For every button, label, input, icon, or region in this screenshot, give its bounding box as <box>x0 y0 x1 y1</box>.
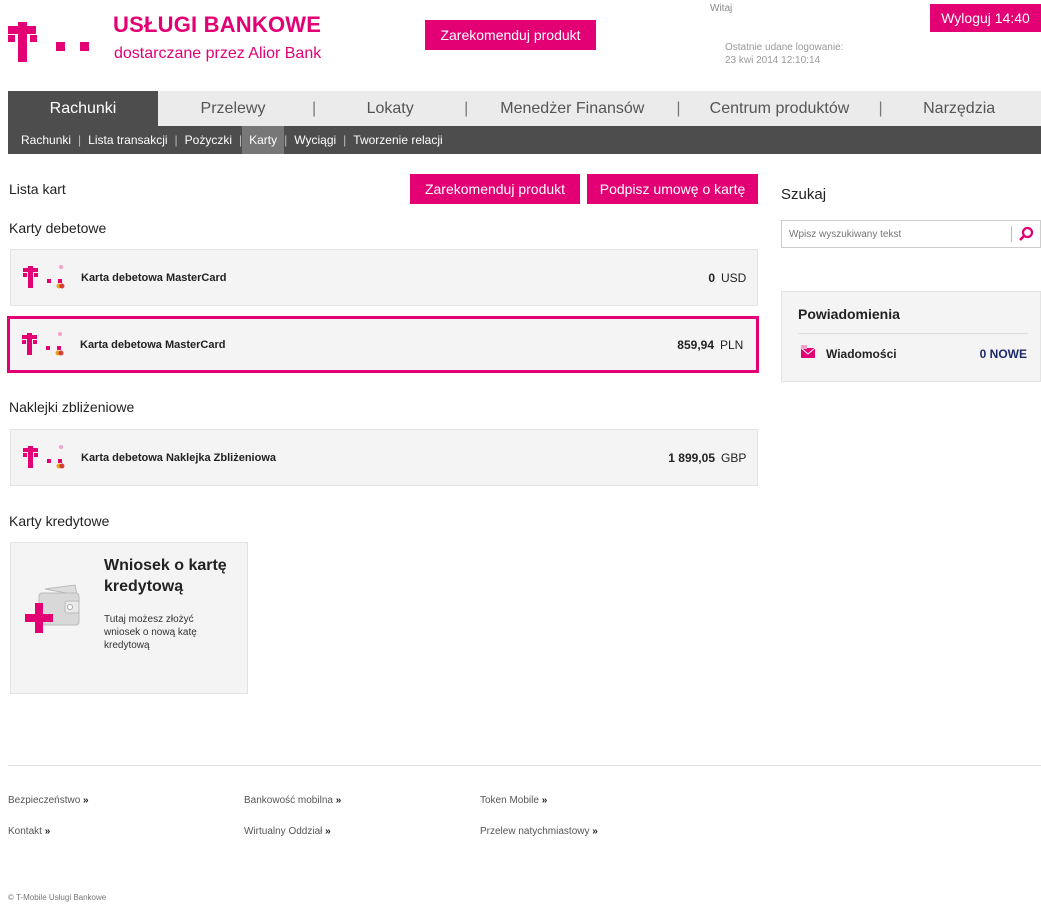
debit-cards-heading: Karty debetowe <box>9 220 107 236</box>
nav-tab-menedzer-finansow[interactable]: Menedżer Finansów <box>472 91 672 126</box>
card-name: Karta debetowa MasterCard <box>80 338 226 351</box>
wallet-plus-icon <box>25 583 85 633</box>
arrow-icon: » <box>592 826 598 837</box>
brand-subtitle: dostarczane przez Alior Bank <box>114 45 322 62</box>
credit-application-description: Tutaj możesz złożyć wniosek o nową katę … <box>104 614 197 651</box>
arrow-icon: » <box>541 795 548 806</box>
footer-link-wirtualny-oddzial[interactable]: Wirtualny Oddział » <box>244 826 331 837</box>
nav-tab-rachunki[interactable]: Rachunki <box>8 91 158 126</box>
welcome-text: Witaj <box>710 3 733 14</box>
last-login-value: 23 kwi 2014 12:10:14 <box>725 55 821 66</box>
nav-tab-przelewy[interactable]: Przelewy <box>158 91 308 126</box>
card-row-debit-pln[interactable]: Karta debetowa MasterCard 859,94 PLN <box>7 316 759 373</box>
card-row-debit-usd[interactable]: Karta debetowa MasterCard 0 USD <box>10 249 758 306</box>
contactless-stickers-heading: Naklejki zbliżeniowe <box>9 399 135 415</box>
nav-tab-narzedzia[interactable]: Narzędzia <box>887 91 1032 126</box>
subnav-tworzenie-relacji[interactable]: Tworzenie relacji <box>346 126 449 154</box>
card-row-sticker-gbp[interactable]: Karta debetowa Naklejka Zbliżeniowa 1 89… <box>10 429 758 486</box>
footer-link-label: Bezpieczeństwo <box>8 795 81 806</box>
sign-card-agreement-button[interactable]: Podpisz umowę o kartę <box>587 174 758 204</box>
card-balance: 0 <box>708 270 715 285</box>
main-navigation: Rachunki Przelewy | Lokaty | Menedżer Fi… <box>8 91 1041 126</box>
search-icon[interactable] <box>1012 221 1040 247</box>
card-currency: USD <box>721 270 747 285</box>
search-box <box>781 220 1041 248</box>
subnav-wyciagi[interactable]: Wyciągi <box>287 126 343 154</box>
card-balance: 1 899,05 <box>668 450 715 465</box>
page-title: Lista kart <box>9 181 66 197</box>
credit-cards-heading: Karty kredytowe <box>9 513 110 529</box>
messages-link[interactable]: Wiadomości <box>826 347 897 361</box>
search-input[interactable] <box>782 228 1011 240</box>
card-currency: PLN <box>720 337 744 352</box>
subnav-karty[interactable]: Karty <box>242 126 285 154</box>
nav-separator: | <box>878 99 883 117</box>
nav-separator: | <box>676 99 681 117</box>
footer-divider <box>8 765 1041 766</box>
arrow-icon: » <box>44 826 51 837</box>
nav-separator: | <box>464 99 469 117</box>
card-currency: GBP <box>721 450 747 465</box>
card-brand-icon <box>22 330 74 360</box>
notifications-title: Powiadomienia <box>798 306 900 322</box>
credit-application-title: Wniosek o kartę kredytową <box>104 557 227 595</box>
notifications-panel: Powiadomienia Wiadomości 0 NOWE <box>781 291 1041 382</box>
copyright: © T-Mobile Usługi Bankowe <box>8 893 107 902</box>
arrow-icon: » <box>83 795 89 806</box>
arrow-icon: » <box>335 795 342 806</box>
arrow-icon: » <box>325 826 331 837</box>
sub-navigation: Rachunki | Lista transakcji | Pożyczki |… <box>8 126 1041 154</box>
card-brand-icon <box>23 263 75 293</box>
recommend-product-button-top[interactable]: Zarekomenduj produkt <box>425 20 596 50</box>
footer-link-token-mobile[interactable]: Token Mobile » <box>480 795 547 806</box>
footer-link-przelew-natychmiastowy[interactable]: Przelew natychmiastowy » <box>480 826 598 837</box>
last-login-label: Ostatnie udane logowanie: <box>725 42 844 53</box>
card-balance: 859,94 <box>677 337 714 352</box>
footer-link-label: Wirtualny Oddział <box>244 826 323 837</box>
logout-button[interactable]: Wyloguj 14:40 <box>930 4 1041 32</box>
card-brand-icon <box>23 443 75 473</box>
card-name: Karta debetowa MasterCard <box>81 271 227 284</box>
card-name: Karta debetowa Naklejka Zbliżeniowa <box>81 451 277 464</box>
footer-link-bankowosc-mobilna[interactable]: Bankowość mobilna » <box>244 795 341 806</box>
footer-link-label: Kontakt <box>8 826 42 837</box>
search-heading: Szukaj <box>781 186 827 203</box>
t-mobile-logo[interactable] <box>8 14 103 64</box>
nav-tab-centrum-produktow[interactable]: Centrum produktów <box>684 91 874 126</box>
footer-link-kontakt[interactable]: Kontakt » <box>8 826 50 837</box>
credit-card-application-tile[interactable]: Wniosek o kartę kredytową Tutaj możesz z… <box>10 542 248 694</box>
recommend-product-button[interactable]: Zarekomenduj produkt <box>410 174 580 204</box>
nav-separator: | <box>312 99 317 117</box>
subnav-lista-transakcji[interactable]: Lista transakcji <box>81 126 174 154</box>
footer-link-label: Bankowość mobilna <box>244 795 333 806</box>
footer-link-bezpieczenstwo[interactable]: Bezpieczeństwo » <box>8 795 89 806</box>
messages-count[interactable]: 0 NOWE <box>980 347 1027 361</box>
brand-title: USŁUGI BANKOWE <box>113 12 322 37</box>
subnav-rachunki[interactable]: Rachunki <box>14 126 78 154</box>
notifications-divider <box>798 333 1028 334</box>
footer-link-label: Przelew natychmiastowy <box>480 826 590 837</box>
last-login-info: Ostatnie udane logowanie: 23 kwi 2014 12… <box>725 41 843 67</box>
footer-link-label: Token Mobile <box>480 795 539 806</box>
nav-tab-lokaty[interactable]: Lokaty <box>320 91 460 126</box>
subnav-pozyczki[interactable]: Pożyczki <box>178 126 239 154</box>
envelope-icon <box>800 345 816 359</box>
